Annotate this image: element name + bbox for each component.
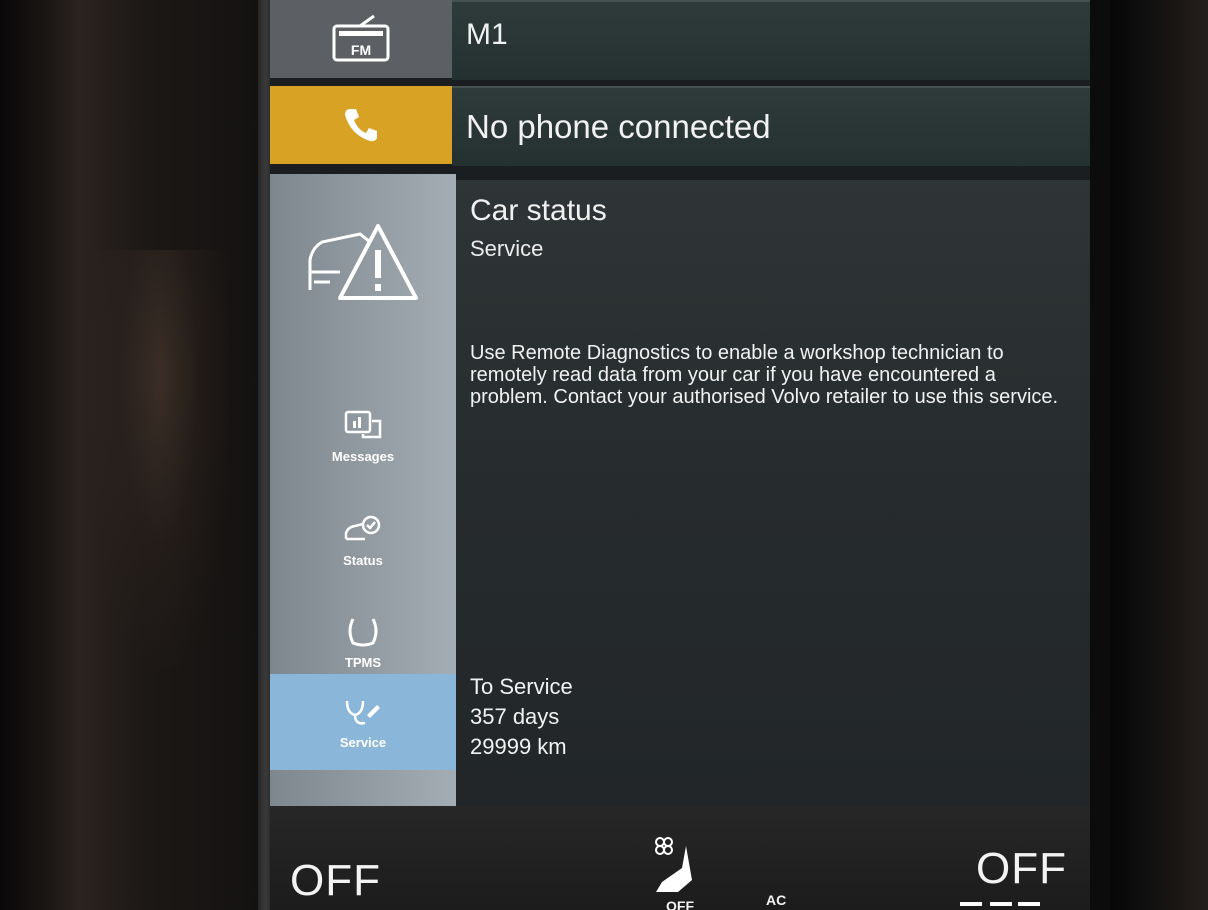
service-heading: To Service (470, 674, 573, 699)
car-check-icon (344, 515, 381, 540)
radio-station: M1 (466, 18, 508, 51)
left-temperature[interactable]: OFF (290, 856, 381, 906)
seat-heat-icon[interactable] (960, 898, 1040, 910)
radio-tile-icon-area[interactable]: FM (270, 0, 452, 78)
fan-status[interactable]: OFF (666, 898, 694, 910)
messages-icon (344, 410, 382, 438)
phone-tile-icon-area[interactable] (270, 86, 452, 164)
app-main-content: Car status Service Use Remote Diagnostic… (456, 180, 1090, 806)
car-warning-icon (308, 224, 418, 300)
nav-service[interactable]: Service (270, 674, 456, 770)
fm-badge: FM (351, 42, 371, 58)
phone-tile[interactable]: No phone connected (270, 86, 1090, 166)
service-icon (345, 700, 380, 725)
page-title: Car status (470, 194, 607, 227)
nav-service-label: Service (339, 734, 387, 750)
right-temperature[interactable]: OFF (976, 844, 1067, 894)
right-bezel (1110, 0, 1208, 910)
service-days: 357 days (470, 704, 560, 729)
phone-tile-body[interactable]: No phone connected (452, 86, 1090, 166)
nav-tpms-label: TPMS (344, 654, 382, 670)
infotainment-screen: FM M1 No phone connected Messages Status… (270, 0, 1090, 910)
tyre-pressure-icon (348, 617, 378, 646)
car-status-app: Messages Status TPMS Service Car status … (270, 174, 1090, 806)
nav-status[interactable]: Status (270, 492, 456, 588)
page-subtitle: Service (470, 236, 544, 261)
app-sidebar: Messages Status TPMS Service (270, 174, 456, 806)
phone-icon (345, 109, 377, 142)
screen-reflection (90, 250, 230, 670)
nav-status-label: Status (343, 552, 383, 568)
radio-tile[interactable]: FM M1 (270, 0, 1090, 80)
service-distance: 29999 km (470, 734, 567, 759)
radio-tile-body[interactable]: M1 (452, 0, 1090, 80)
nav-messages-label: Messages (331, 448, 395, 464)
service-info: To Service 357 days 29999 km (470, 672, 573, 762)
fm-radio-icon: FM (332, 14, 390, 62)
ac-button[interactable]: AC (766, 892, 786, 908)
climate-bar: OFF OFF AC OFF (270, 806, 1090, 910)
nav-messages[interactable]: Messages (270, 388, 456, 484)
phone-status: No phone connected (466, 108, 771, 145)
service-description: Use Remote Diagnostics to enable a works… (470, 342, 1059, 408)
